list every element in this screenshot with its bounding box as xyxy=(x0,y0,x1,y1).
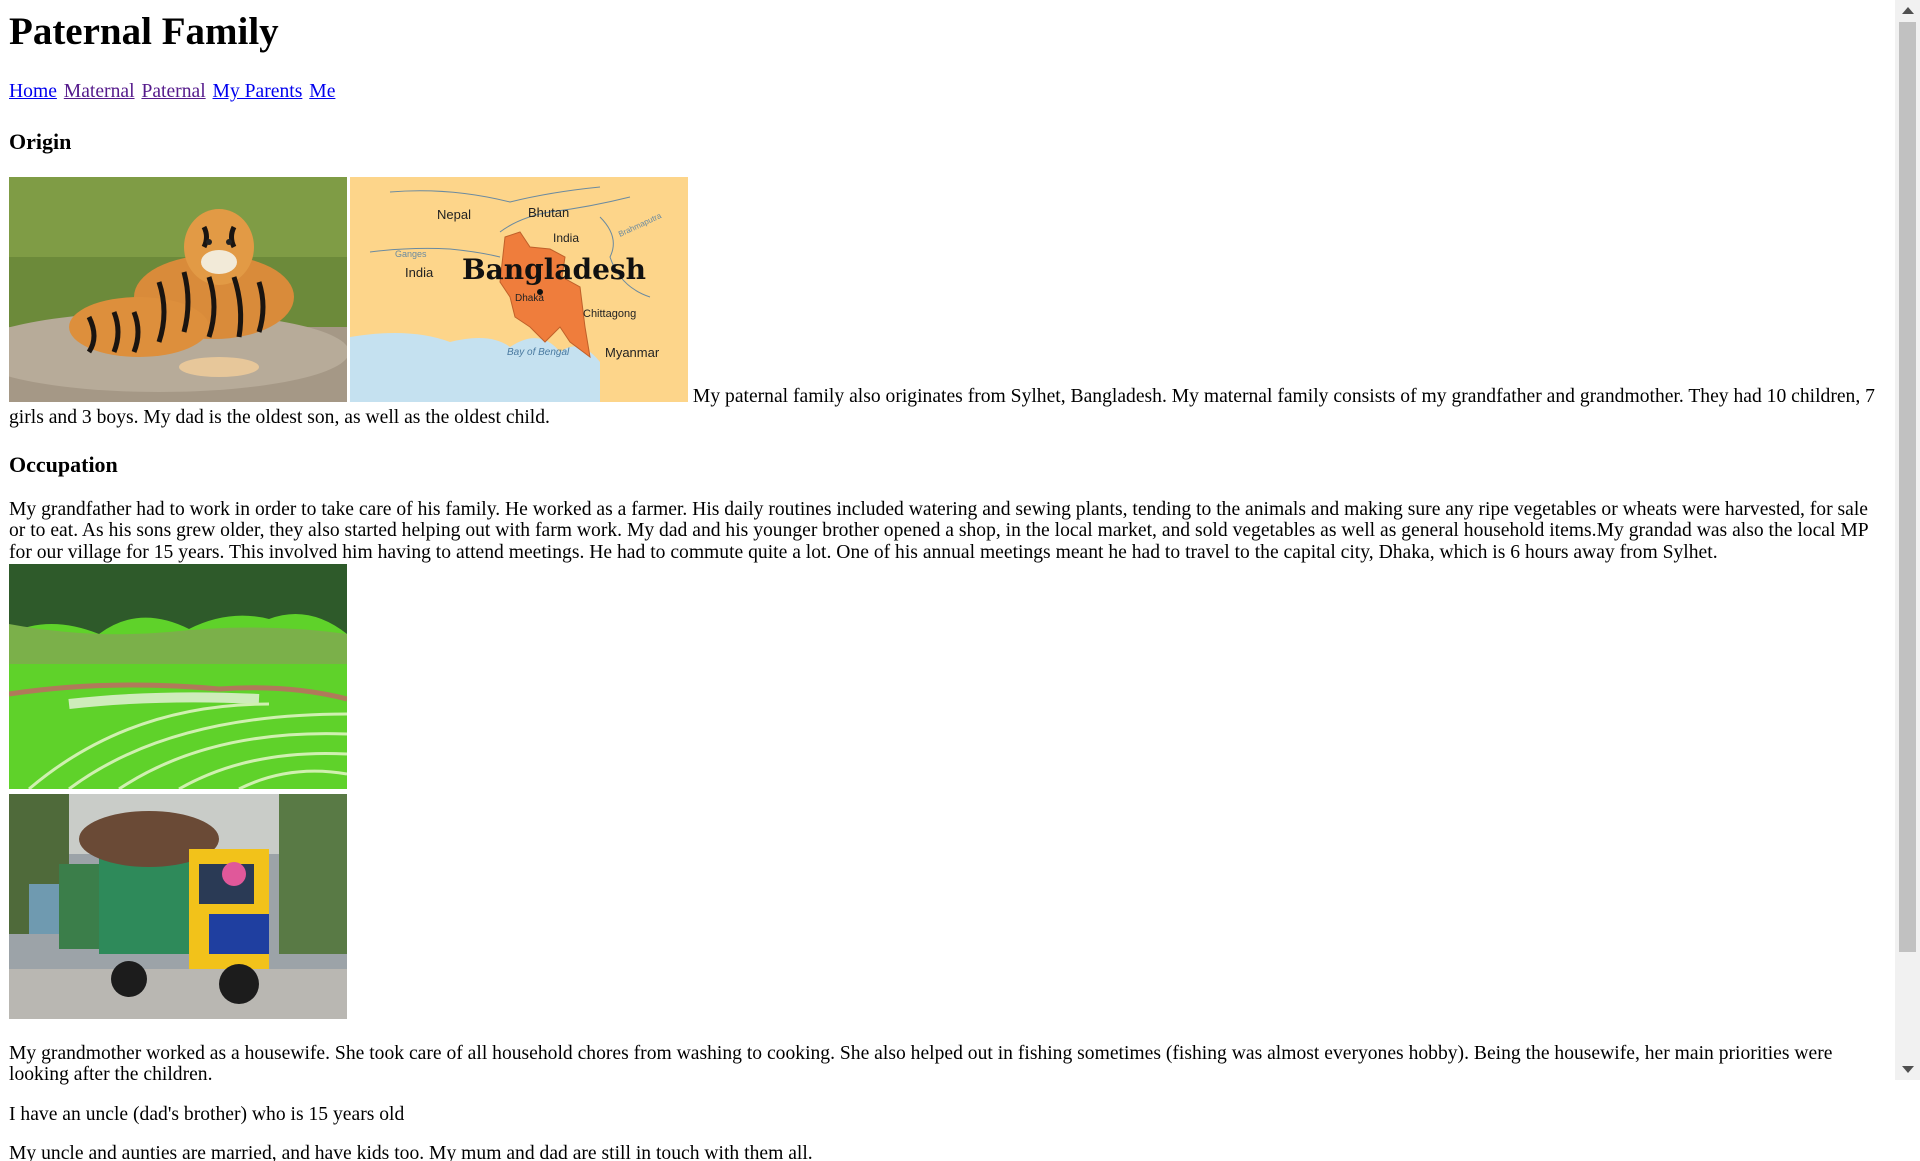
scroll-down-arrow-icon[interactable] xyxy=(1902,1066,1914,1073)
map-label-ganges: Ganges xyxy=(395,249,427,259)
map-label-bay-of-bengal: Bay of Bengal xyxy=(507,347,570,358)
occupation-text: My grandfather had to work in order to t… xyxy=(9,498,1868,563)
nav-link-my-parents[interactable]: My Parents xyxy=(213,81,303,102)
origin-heading: Origin xyxy=(9,129,72,155)
bangladesh-map-image: Nepal Bhutan India India Brahmaputra Gan… xyxy=(350,176,688,402)
nav-link-paternal[interactable]: Paternal xyxy=(141,81,205,102)
nav-link-me[interactable]: Me xyxy=(309,81,335,102)
origin-paragraph: Nepal Bhutan India India Brahmaputra Gan… xyxy=(9,176,1889,429)
cut-off-paragraph: My uncle and aunties are married, and ha… xyxy=(9,1143,813,1161)
occupation-heading: Occupation xyxy=(9,451,118,477)
tiger-image xyxy=(9,176,347,402)
nav-link-home[interactable]: Home xyxy=(9,81,57,102)
occupation-paragraph: My grandfather had to work in order to t… xyxy=(9,499,1889,1025)
grandmother-paragraph: My grandmother worked as a housewife. Sh… xyxy=(9,1042,1833,1086)
map-label-india-west: India xyxy=(405,265,434,280)
page-title: Paternal Family xyxy=(9,10,279,53)
truck-image xyxy=(9,794,347,1020)
rice-field-image xyxy=(9,563,347,789)
map-label-bhutan: Bhutan xyxy=(528,205,569,220)
map-label-india-east: India xyxy=(553,231,579,245)
nav-link-maternal[interactable]: Maternal xyxy=(64,81,135,102)
map-label-myanmar: Myanmar xyxy=(605,345,660,360)
nav-bar: Home Maternal Paternal My Parents Me xyxy=(9,81,1889,103)
map-label-nepal: Nepal xyxy=(437,207,471,222)
vertical-scrollbar[interactable] xyxy=(1895,0,1920,1080)
scroll-up-arrow-icon[interactable] xyxy=(1902,7,1914,14)
map-label-chittagong: Chittagong xyxy=(583,308,636,320)
page-content: Paternal Family Home Maternal Paternal M… xyxy=(9,0,1889,1161)
uncle-paragraph: I have an uncle (dad's brother) who is 1… xyxy=(9,1103,405,1125)
map-title-bangladesh: Bangladesh xyxy=(462,253,646,286)
scrollbar-thumb[interactable] xyxy=(1899,22,1916,952)
